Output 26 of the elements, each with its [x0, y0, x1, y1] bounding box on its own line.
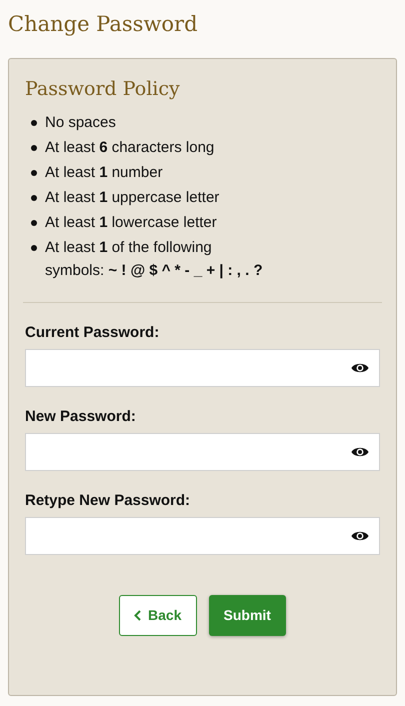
- password-field[interactable]: [25, 349, 380, 387]
- chevron-left-icon: [134, 610, 142, 621]
- policy-title: Password Policy: [25, 77, 180, 102]
- eye-icon[interactable]: [351, 530, 369, 542]
- password-field[interactable]: [25, 433, 380, 471]
- bullet-icon: [31, 195, 37, 201]
- eye-icon[interactable]: [351, 362, 369, 374]
- bullet-icon: [31, 120, 37, 126]
- eye-icon[interactable]: [351, 446, 369, 458]
- password-field[interactable]: [25, 517, 380, 555]
- submit-button[interactable]: Submit: [208, 595, 286, 636]
- policy-rule: At least 1 number: [45, 163, 163, 183]
- page-title: Change Password: [8, 11, 198, 38]
- policy-rule: At least 1 lowercase letter: [45, 213, 217, 233]
- policy-rule: At least 1 of the following symbols: ~ ! @ $ ^ * - _ + | : , . ?: [45, 238, 264, 281]
- policy-rule: No spaces: [45, 113, 116, 133]
- back-button[interactable]: Back: [119, 595, 196, 636]
- bullet-icon: [31, 220, 37, 226]
- policy-rule: At least 1 uppercase letter: [45, 188, 220, 208]
- policy-rule: At least 6 characters long: [45, 138, 214, 158]
- bullet-icon: [31, 170, 37, 176]
- bullet-icon: [31, 145, 37, 151]
- field-label: New Password:: [25, 407, 136, 427]
- bullet-icon: [31, 245, 37, 251]
- field-label: Current Password:: [25, 323, 160, 343]
- field-label: Retype New Password:: [25, 491, 190, 511]
